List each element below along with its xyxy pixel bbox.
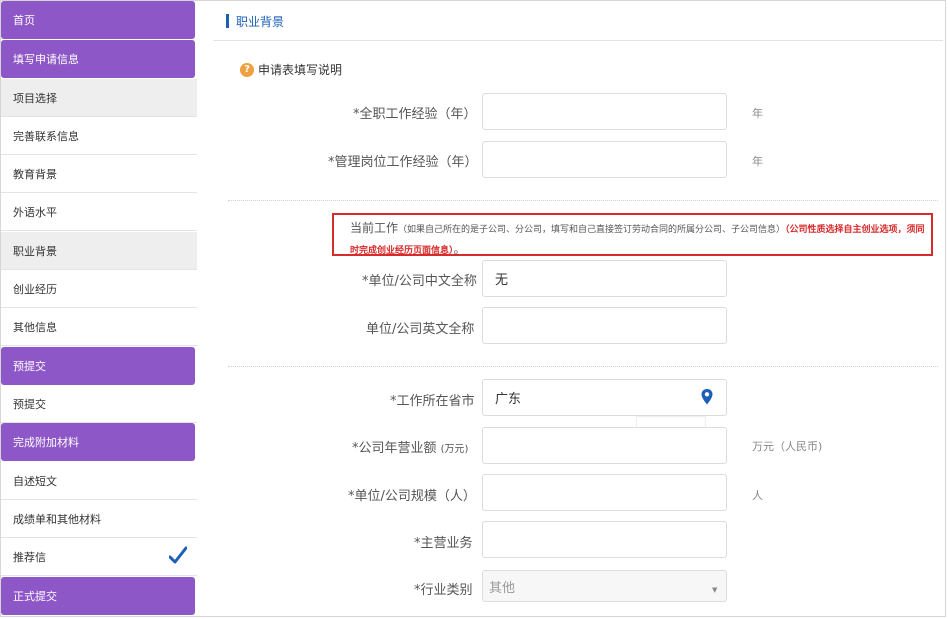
chevron-down-icon: ▼	[712, 586, 718, 594]
sidebar-item-label: 首页	[13, 14, 35, 27]
company-cn-input[interactable]: 无	[482, 260, 727, 297]
sidebar-item-education[interactable]: 教育背景	[1, 155, 197, 193]
sidebar-item-label: 教育背景	[13, 167, 57, 181]
business-label: *主营业务	[414, 536, 473, 551]
fulltime-exp-input[interactable]	[482, 93, 727, 130]
sidebar-section-pre-submit[interactable]: 预提交	[1, 347, 195, 385]
checkmark-icon	[169, 546, 187, 564]
sidebar-section-final-submit[interactable]: 正式提交	[1, 577, 195, 615]
location-pin-icon[interactable]	[700, 388, 714, 406]
fulltime-exp-label: *全职工作经验（年）	[353, 107, 477, 122]
current-job-notice: 当前工作（如果自己所在的是子公司、分公司，填写和自己直接签订劳动合同的所属分公司…	[332, 213, 933, 256]
fulltime-exp-unit: 年	[752, 107, 763, 120]
scale-input[interactable]	[482, 474, 727, 511]
sidebar-item-label: 完成附加材料	[13, 436, 79, 449]
scale-label: *单位/公司规模（人）	[348, 489, 476, 504]
province-label: *工作所在省市	[390, 394, 475, 409]
mgmt-exp-input[interactable]	[482, 141, 727, 178]
sidebar-item-program-selection[interactable]: 项目选择	[1, 79, 197, 117]
section-header: 职业背景	[213, 1, 943, 41]
question-icon: ?	[240, 62, 254, 77]
sidebar-item-label: 完善联系信息	[13, 129, 79, 143]
sidebar-item-language[interactable]: 外语水平	[1, 193, 197, 231]
sidebar-item-career[interactable]: 职业背景	[1, 232, 197, 270]
sidebar-item-label: 自述短文	[13, 474, 57, 488]
sidebar-section-application[interactable]: 填写申请信息	[1, 40, 195, 78]
sidebar-item-label: 其他信息	[13, 320, 57, 334]
mgmt-exp-unit: 年	[752, 155, 763, 168]
sidebar-item-label: 预提交	[13, 360, 46, 373]
sidebar-item-label: 正式提交	[13, 590, 57, 603]
industry-label: *行业类别	[414, 583, 473, 598]
sidebar-item-pre-submit[interactable]: 预提交	[1, 385, 197, 423]
company-en-label: 单位/公司英文全称	[366, 322, 475, 337]
help-link-label: 申请表填写说明	[258, 63, 343, 77]
sidebar-item-essay[interactable]: 自述短文	[1, 462, 197, 500]
revenue-label: *公司年营业额 (万元)	[352, 437, 468, 456]
sidebar-item-label: 创业经历	[13, 282, 57, 296]
sidebar-item-recommendation[interactable]: 推荐信	[1, 538, 197, 576]
revenue-label-text: *公司年营业额	[352, 441, 437, 456]
section-divider	[228, 366, 938, 367]
business-input[interactable]	[482, 521, 727, 558]
sidebar-item-label: 推荐信	[13, 550, 46, 564]
sidebar-item-other-info[interactable]: 其他信息	[1, 308, 197, 346]
province-input[interactable]: 广东	[482, 379, 727, 416]
sidebar-item-label: 外语水平	[13, 205, 57, 219]
sidebar: 首页 填写申请信息 项目选择 完善联系信息 教育背景 外语水平 职业背景 创业经…	[1, 1, 197, 617]
scale-unit: 人	[752, 489, 763, 502]
help-link[interactable]: ? 申请表填写说明	[240, 61, 342, 78]
notice-title: 当前工作	[350, 221, 399, 235]
section-divider	[228, 200, 938, 201]
revenue-label-unit: (万元)	[440, 444, 469, 455]
sidebar-item-label: 预提交	[13, 397, 46, 411]
sidebar-item-label: 项目选择	[13, 91, 57, 105]
revenue-input[interactable]	[482, 427, 727, 464]
company-en-input[interactable]	[482, 307, 727, 344]
mgmt-exp-label: *管理岗位工作经验（年）	[328, 155, 478, 170]
notice-description: （如果自己所在的是子公司、分公司，填写和自己直接签订劳动合同的所属分公司、子公司…	[398, 225, 786, 235]
sidebar-section-materials[interactable]: 完成附加材料	[1, 423, 195, 461]
notice-period: 。	[453, 242, 466, 256]
sidebar-item-label: 职业背景	[13, 244, 57, 258]
sidebar-item-home[interactable]: 首页	[1, 1, 195, 39]
sidebar-item-transcripts[interactable]: 成绩单和其他材料	[1, 500, 197, 538]
sidebar-item-contact-info[interactable]: 完善联系信息	[1, 117, 197, 155]
sidebar-item-label: 填写申请信息	[13, 53, 79, 66]
industry-select[interactable]: 其他	[482, 570, 727, 602]
sidebar-item-label: 成绩单和其他材料	[13, 512, 101, 526]
section-title: 职业背景	[236, 15, 285, 29]
revenue-unit: 万元（人民币)	[752, 440, 823, 453]
section-header-accent	[226, 14, 229, 28]
company-cn-label: *单位/公司中文全称	[362, 274, 477, 289]
sidebar-item-entrepreneurship[interactable]: 创业经历	[1, 270, 197, 308]
